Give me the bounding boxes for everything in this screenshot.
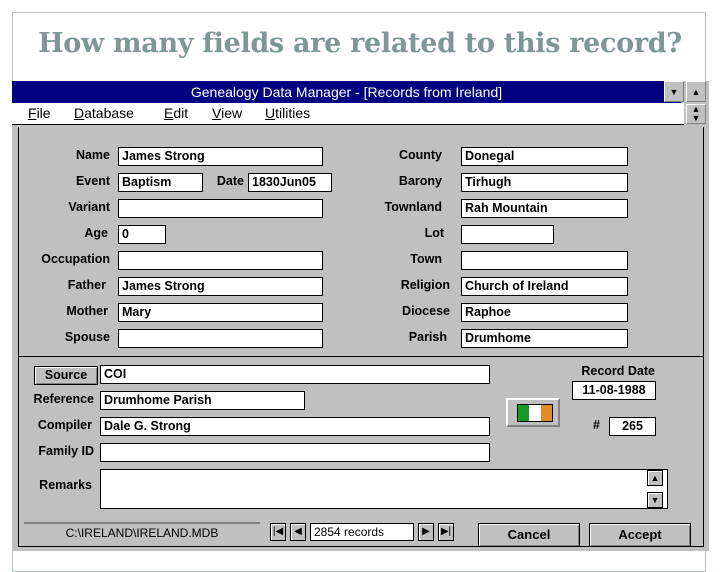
source-field[interactable]: COI	[100, 365, 490, 384]
lot-label: Lot	[424, 226, 444, 240]
minimize-icon: ▼	[669, 87, 679, 97]
remarks-field[interactable]	[100, 469, 668, 509]
name-field[interactable]: James Strong	[118, 147, 323, 166]
accept-button[interactable]: Accept	[589, 523, 691, 547]
county-label: County	[398, 148, 442, 162]
mother-label: Mother	[66, 304, 108, 318]
source-button[interactable]: Source	[34, 366, 98, 385]
section-divider	[18, 356, 704, 357]
nav-last-button[interactable]: ▶|	[438, 523, 454, 541]
occupation-label: Occupation	[41, 252, 110, 266]
nav-first-button[interactable]: |◀	[270, 523, 286, 541]
compiler-field[interactable]: Dale G. Strong	[100, 417, 490, 436]
flag-white-stripe	[529, 405, 541, 421]
townland-field[interactable]: Rah Mountain	[461, 199, 628, 218]
menu-edit[interactable]: Edit	[164, 103, 188, 124]
spouse-label: Spouse	[64, 330, 110, 344]
name-label: Name	[75, 148, 110, 162]
record-date-label: Record Date	[581, 364, 655, 378]
nav-next-button[interactable]: ▶	[418, 523, 434, 541]
age-label: Age	[84, 226, 108, 240]
town-label: Town	[410, 252, 442, 266]
remarks-label: Remarks	[39, 478, 92, 492]
nav-prev-button[interactable]: ◀	[290, 523, 306, 541]
cancel-button[interactable]: Cancel	[478, 523, 580, 547]
county-field[interactable]: Donegal	[461, 147, 628, 166]
next-record-icon: ▶	[422, 526, 430, 537]
father-label: Father	[67, 278, 106, 292]
maximize-button[interactable]: ▲	[686, 81, 706, 102]
parish-field[interactable]: Drumhome	[461, 329, 628, 348]
lot-field[interactable]	[461, 225, 554, 244]
remarks-scroll-down[interactable]: ▼	[647, 492, 663, 508]
date-label: Date	[216, 174, 244, 188]
slide-title: How many fields are related to this reco…	[38, 28, 682, 59]
status-bar-path: C:\IRELAND\IRELAND.MDB	[24, 522, 260, 542]
menu-database[interactable]: Database	[74, 103, 134, 124]
religion-field[interactable]: Church of Ireland	[461, 277, 628, 296]
menu-bar: File Database Edit View Utilities	[12, 103, 684, 125]
flag-orange-stripe	[540, 405, 552, 421]
mother-field[interactable]: Mary	[118, 303, 323, 322]
town-field[interactable]	[461, 251, 628, 270]
diocese-label: Diocese	[402, 304, 450, 318]
date-field[interactable]: 1830Jun05	[248, 173, 332, 192]
family-id-label: Family ID	[38, 444, 94, 458]
ireland-flag-icon	[517, 404, 553, 422]
maximize-icon: ▲	[691, 87, 701, 97]
variant-label: Variant	[68, 200, 110, 214]
window-titlebar[interactable]: Genealogy Data Manager - [Records from I…	[12, 81, 681, 103]
restore-button[interactable]: ▲ ▼	[686, 104, 706, 124]
reference-label: Reference	[33, 392, 94, 406]
family-id-field[interactable]	[100, 443, 490, 462]
age-field[interactable]: 0	[118, 225, 166, 244]
window-title: Genealogy Data Manager - [Records from I…	[190, 84, 503, 100]
record-number-field: 265	[609, 417, 656, 436]
record-count: 2854 records	[310, 523, 414, 541]
reference-field[interactable]: Drumhome Parish	[100, 391, 305, 410]
minimize-button[interactable]: ▼	[664, 81, 684, 102]
barony-field[interactable]: Tirhugh	[461, 173, 628, 192]
prev-record-icon: ◀	[294, 526, 302, 537]
last-record-icon: ▶|	[440, 526, 452, 537]
occupation-field[interactable]	[118, 251, 323, 270]
first-record-icon: |◀	[272, 526, 284, 537]
record-number-label: #	[593, 418, 600, 432]
compiler-label: Compiler	[37, 418, 92, 432]
ireland-flag-button[interactable]	[506, 398, 560, 427]
townland-label: Townland	[384, 200, 442, 214]
menu-view[interactable]: View	[212, 103, 242, 124]
restore-icon: ▲ ▼	[691, 104, 701, 123]
barony-label: Barony	[398, 174, 442, 188]
arrow-down-icon: ▼	[650, 495, 660, 505]
variant-field[interactable]	[118, 199, 323, 218]
event-label: Event	[75, 174, 110, 188]
diocese-field[interactable]: Raphoe	[461, 303, 628, 322]
remarks-scroll-up[interactable]: ▲	[647, 470, 663, 486]
event-field[interactable]: Baptism	[118, 173, 203, 192]
record-date-field: 11-08-1988	[572, 381, 656, 400]
arrow-up-icon: ▲	[650, 473, 660, 483]
menu-utilities[interactable]: Utilities	[265, 103, 310, 124]
religion-label: Religion	[400, 278, 450, 292]
flag-green-stripe	[518, 405, 530, 421]
father-field[interactable]: James Strong	[118, 277, 323, 296]
parish-label: Parish	[408, 330, 447, 344]
spouse-field[interactable]	[118, 329, 323, 348]
menu-file[interactable]: File	[28, 103, 51, 124]
